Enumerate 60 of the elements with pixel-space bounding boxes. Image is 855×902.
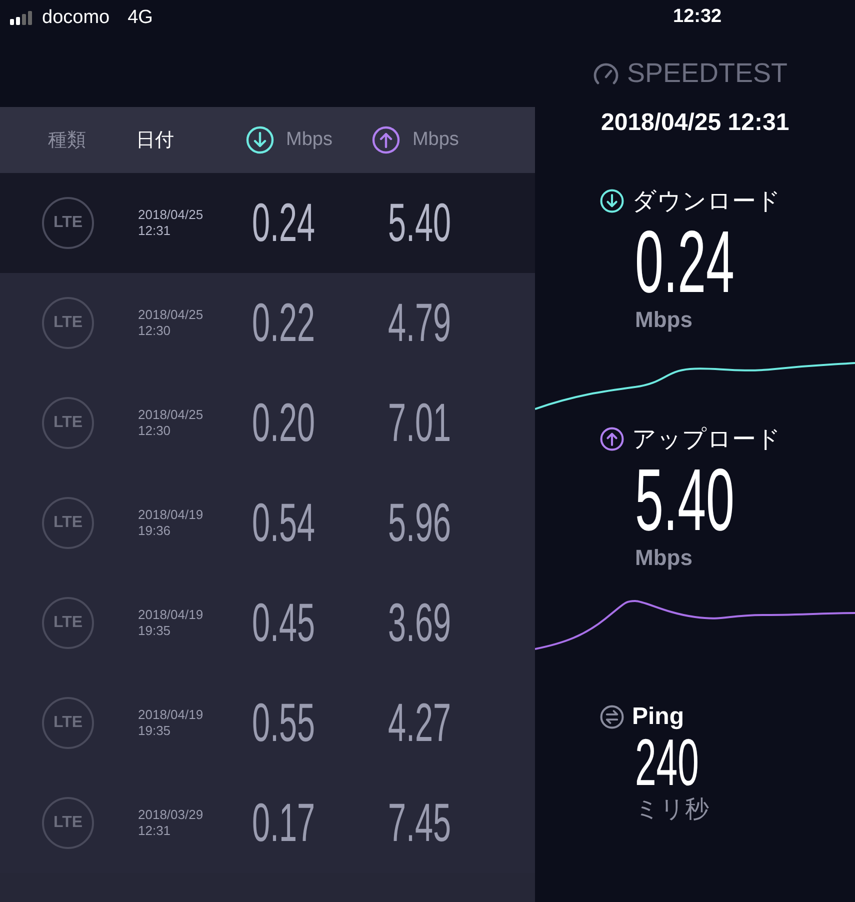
carrier-name: docomo [42,6,110,28]
test-date: 2018/04/25 [138,407,204,423]
column-header[interactable]: Mbps [246,126,332,154]
upload-icon [600,427,624,451]
history-row[interactable]: LTE 2018/04/25 12:31 0.24 5.40 [0,173,535,273]
download-speed: 0.24 [252,193,316,253]
upload-speed: 7.01 [388,393,452,453]
upload-speed: 3.69 [388,593,452,653]
ping-label: Ping [632,703,684,731]
test-date: 2018/04/19 [138,707,204,723]
column-header[interactable]: Mbps [372,126,459,154]
download-unit: Mbps [635,307,694,333]
upload-value: 5.40 [635,455,734,545]
download-speed: 0.55 [252,693,316,753]
network-badge: LTE [42,497,94,549]
download-label: ダウンロード [632,187,781,217]
download-icon [246,126,274,154]
test-time: 19:35 [138,623,172,639]
upload-speed: 5.40 [388,193,452,253]
download-icon [600,189,624,213]
result-datetime: 2018/04/25 12:31 [601,109,790,137]
test-time: 19:35 [138,723,172,739]
upload-unit: Mbps [635,545,694,571]
test-date: 2018/04/25 [138,207,204,223]
download-speed: 0.54 [252,493,316,553]
test-date: 2018/03/29 [138,807,204,823]
test-date: 2018/04/19 [138,507,204,523]
network-badge: LTE [42,597,94,649]
column-header[interactable]: 日付 [136,127,174,153]
ping-icon [600,705,624,729]
download-speed: 0.17 [252,793,316,853]
upload-speed: 4.79 [388,293,452,353]
network-badge: LTE [42,797,94,849]
test-time: 12:31 [138,223,172,239]
download-speed: 0.45 [252,593,316,653]
download-speed: 0.22 [252,293,316,353]
gauge-icon [593,62,619,84]
network-badge: LTE [42,697,94,749]
test-time: 19:36 [138,523,172,539]
test-time: 12:30 [138,323,172,339]
ping-value: 240 [635,731,699,793]
download-speed: 0.20 [252,393,316,453]
network-type: 4G [128,6,153,28]
test-date: 2018/04/19 [138,607,204,623]
upload-speed: 4.27 [388,693,452,753]
download-value: 0.24 [635,217,734,307]
test-time: 12:31 [138,823,172,839]
upload-speed: 7.45 [388,793,452,853]
test-time: 12:30 [138,423,172,439]
upload-label: アップロード [632,425,781,455]
test-date: 2018/04/25 [138,307,204,323]
upload-icon [372,126,400,154]
upload-speed: 5.96 [388,493,452,553]
network-badge: LTE [42,197,94,249]
app-logo-text: SPEEDTEST [627,58,788,89]
clock: 12:32 [673,6,722,28]
network-badge: LTE [42,397,94,449]
column-header[interactable]: 種類 [48,127,86,153]
ping-unit: ミリ秒 [635,795,710,825]
network-badge: LTE [42,297,94,349]
